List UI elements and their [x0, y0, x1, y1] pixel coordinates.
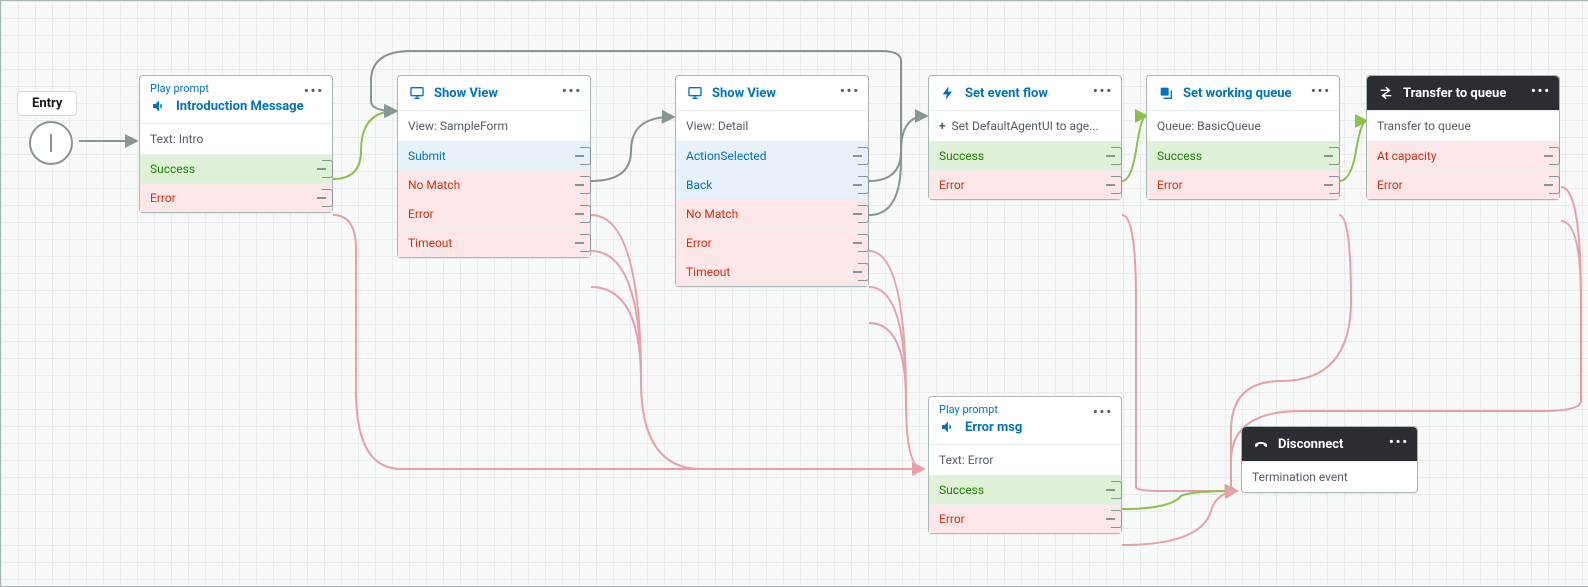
node-introduction-message[interactable]: Play prompt Introduction Message ••• Tex… [139, 75, 333, 213]
node-menu-button[interactable]: ••• [840, 84, 860, 99]
entry-start-icon [29, 121, 73, 165]
node-menu-button[interactable]: ••• [1389, 435, 1409, 450]
port-success[interactable]: Success [929, 142, 1121, 170]
node-category: Play prompt [150, 82, 322, 95]
entry-start[interactable] [29, 121, 73, 165]
port-error[interactable]: Error [1147, 170, 1339, 199]
entry-block[interactable]: Entry [17, 91, 77, 116]
node-set-event-flow[interactable]: Set event flow ••• +Set DefaultAgentUI t… [928, 75, 1122, 200]
port-error[interactable]: Error [1367, 170, 1559, 199]
speaker-icon [150, 97, 168, 115]
node-menu-button[interactable]: ••• [1311, 84, 1331, 99]
port-actionselected[interactable]: ActionSelected [676, 142, 868, 170]
node-error-msg[interactable]: Play prompt Error msg ••• Text: Error Su… [928, 396, 1122, 534]
entry-label: Entry [17, 91, 77, 116]
node-menu-button[interactable]: ••• [1093, 84, 1113, 99]
port-error[interactable]: Error [929, 170, 1121, 199]
port-timeout[interactable]: Timeout [398, 228, 590, 257]
node-subtitle: Text: Error [929, 444, 1121, 475]
node-title: Set working queue [1183, 86, 1292, 101]
plus-icon: + [939, 119, 946, 133]
node-menu-button[interactable]: ••• [1531, 84, 1551, 99]
node-subtitle: View: Detail [676, 110, 868, 141]
port-nomatch[interactable]: No Match [398, 170, 590, 199]
port-nomatch[interactable]: No Match [676, 199, 868, 228]
port-success[interactable]: Success [140, 155, 332, 183]
node-menu-button[interactable]: ••• [1093, 405, 1113, 420]
node-subtitle: View: SampleForm [398, 110, 590, 141]
queue-icon [1157, 84, 1175, 102]
node-subtitle: Termination event [1242, 461, 1417, 492]
node-category: Play prompt [939, 403, 1111, 416]
node-title: Introduction Message [176, 99, 304, 114]
port-error[interactable]: Error [140, 183, 332, 212]
node-title: Set event flow [965, 86, 1048, 101]
node-title: Disconnect [1278, 437, 1343, 452]
node-menu-button[interactable]: ••• [562, 84, 582, 99]
node-title: Show View [434, 86, 498, 101]
node-menu-button[interactable]: ••• [304, 84, 324, 99]
speaker-icon [939, 418, 957, 436]
node-transfer-to-queue[interactable]: Transfer to queue ••• Transfer to queue … [1366, 75, 1560, 200]
node-show-view-detail[interactable]: Show View ••• View: Detail ActionSelecte… [675, 75, 869, 287]
port-submit[interactable]: Submit [398, 142, 590, 170]
port-success[interactable]: Success [929, 476, 1121, 504]
port-timeout[interactable]: Timeout [676, 257, 868, 286]
node-show-view-sampleform[interactable]: Show View ••• View: SampleForm Submit No… [397, 75, 591, 258]
node-subtitle: +Set DefaultAgentUI to age... [929, 110, 1121, 141]
transfer-icon [1377, 84, 1395, 102]
port-back[interactable]: Back [676, 170, 868, 199]
node-title: Error msg [965, 420, 1022, 435]
node-title: Show View [712, 86, 776, 101]
port-error[interactable]: Error [676, 228, 868, 257]
flow-canvas[interactable]: Entry Play prompt Introduction Message •… [0, 0, 1588, 587]
node-subtitle: Queue: BasicQueue [1147, 110, 1339, 141]
port-error[interactable]: Error [929, 504, 1121, 533]
port-success[interactable]: Success [1147, 142, 1339, 170]
bolt-icon [939, 84, 957, 102]
node-disconnect[interactable]: Disconnect ••• Termination event [1241, 426, 1418, 493]
node-set-working-queue[interactable]: Set working queue ••• Queue: BasicQueue … [1146, 75, 1340, 200]
node-subtitle: Text: Intro [140, 123, 332, 154]
port-error[interactable]: Error [398, 199, 590, 228]
monitor-icon [686, 84, 704, 102]
monitor-icon [408, 84, 426, 102]
node-title: Transfer to queue [1403, 86, 1506, 101]
hangup-icon [1252, 435, 1270, 453]
port-at-capacity[interactable]: At capacity [1367, 142, 1559, 170]
node-subtitle: Transfer to queue [1367, 110, 1559, 141]
